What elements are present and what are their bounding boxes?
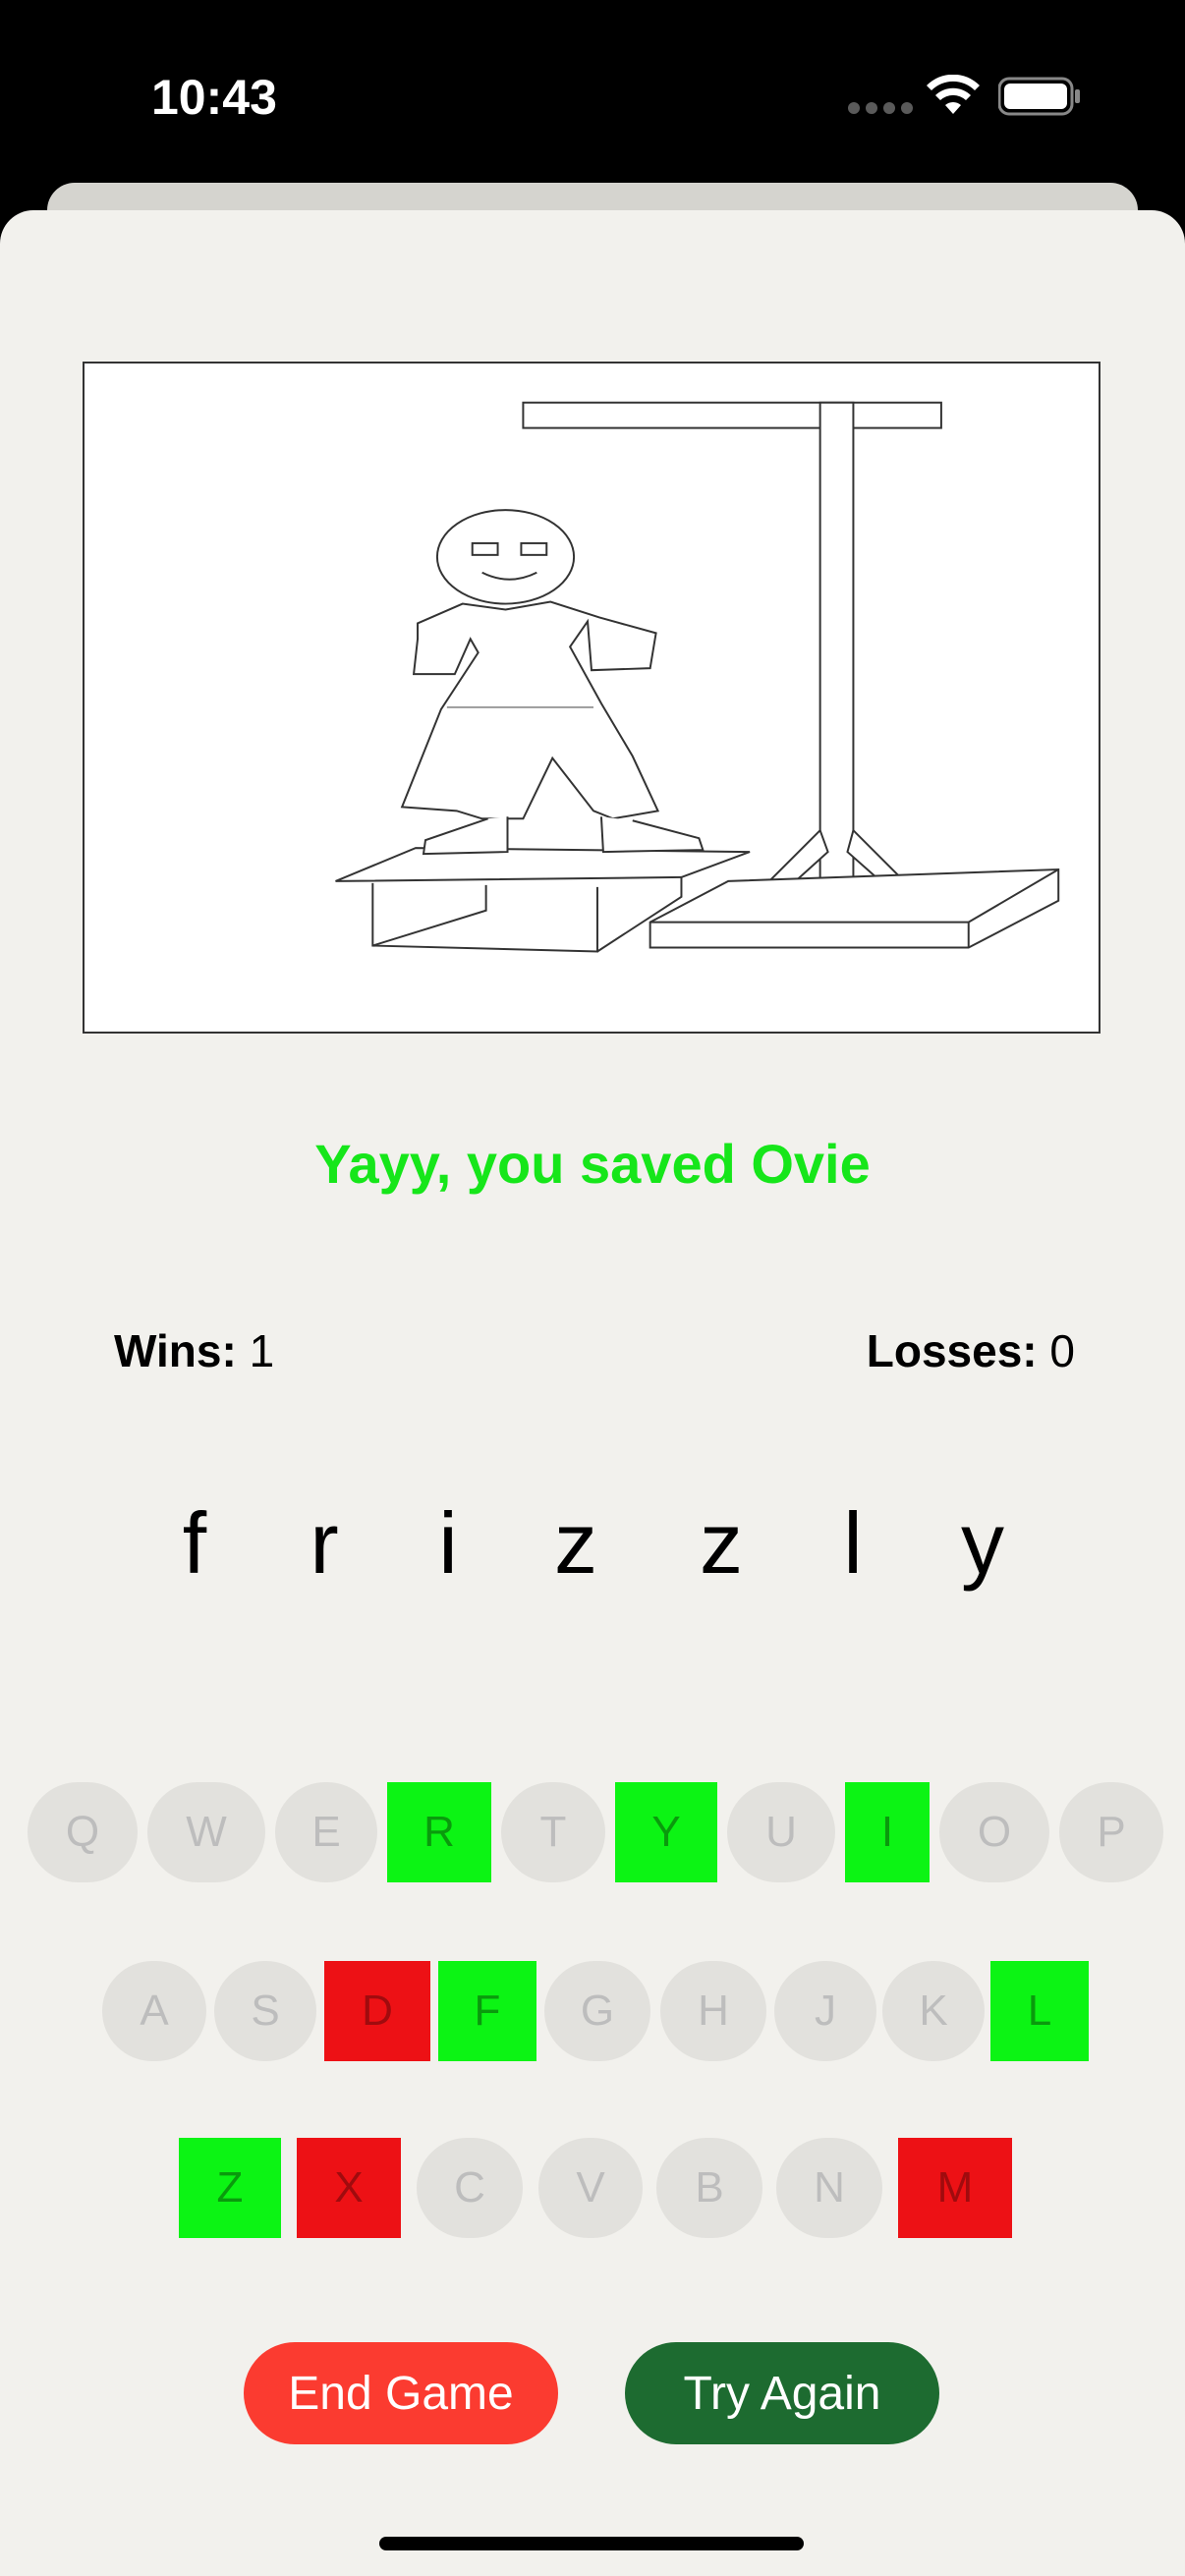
key-e[interactable]: E <box>275 1782 377 1882</box>
key-z[interactable]: Z <box>179 2138 281 2238</box>
key-f[interactable]: F <box>438 1961 536 2061</box>
wins-value: 1 <box>249 1325 275 1376</box>
key-h[interactable]: H <box>660 1961 766 2061</box>
wins-label: Wins: <box>114 1325 237 1376</box>
guessed-word: f r i z z l y <box>0 1493 1185 1611</box>
key-q[interactable]: Q <box>28 1782 138 1882</box>
wifi-icon <box>927 75 980 114</box>
key-d[interactable]: D <box>324 1961 430 2061</box>
word-letter: y <box>961 1494 1004 1592</box>
key-x[interactable]: X <box>297 2138 401 2238</box>
word-letter: f <box>182 1494 207 1592</box>
try-again-button[interactable]: Try Again <box>625 2342 939 2444</box>
key-c[interactable]: C <box>417 2138 523 2238</box>
key-i[interactable]: I <box>845 1782 930 1882</box>
wins-score: Wins: 1 <box>114 1324 274 1377</box>
end-game-button[interactable]: End Game <box>244 2342 558 2444</box>
key-o[interactable]: O <box>939 1782 1049 1882</box>
key-u[interactable]: U <box>727 1782 835 1882</box>
key-n[interactable]: N <box>776 2138 882 2238</box>
key-j[interactable]: J <box>774 1961 876 2061</box>
key-b[interactable]: B <box>656 2138 762 2238</box>
word-letter: z <box>554 1494 597 1592</box>
losses-score: Losses: 0 <box>867 1324 1075 1377</box>
key-t[interactable]: T <box>501 1782 605 1882</box>
signal-dots-icon <box>848 102 913 114</box>
losses-label: Losses: <box>866 1325 1038 1376</box>
word-letter: i <box>438 1494 458 1592</box>
home-indicator[interactable] <box>379 2537 804 2550</box>
word-letter: l <box>843 1494 863 1592</box>
status-bar: 10:43 <box>0 0 1185 187</box>
hangman-drawing <box>83 362 1100 1034</box>
word-letter: z <box>700 1494 743 1592</box>
key-l[interactable]: L <box>990 1961 1089 2061</box>
result-message: Yayy, you saved Ovie <box>314 1133 871 1195</box>
key-p[interactable]: P <box>1059 1782 1163 1882</box>
key-a[interactable]: A <box>102 1961 206 2061</box>
battery-icon <box>998 77 1080 116</box>
key-g[interactable]: G <box>544 1961 650 2061</box>
key-m[interactable]: M <box>898 2138 1012 2238</box>
key-k[interactable]: K <box>882 1961 985 2061</box>
key-s[interactable]: S <box>214 1961 316 2061</box>
key-w[interactable]: W <box>147 1782 265 1882</box>
word-letter: r <box>310 1494 339 1592</box>
losses-value: 0 <box>1049 1325 1075 1376</box>
key-r[interactable]: R <box>387 1782 491 1882</box>
key-v[interactable]: V <box>538 2138 643 2238</box>
key-y[interactable]: Y <box>615 1782 717 1882</box>
status-time: 10:43 <box>151 70 277 125</box>
